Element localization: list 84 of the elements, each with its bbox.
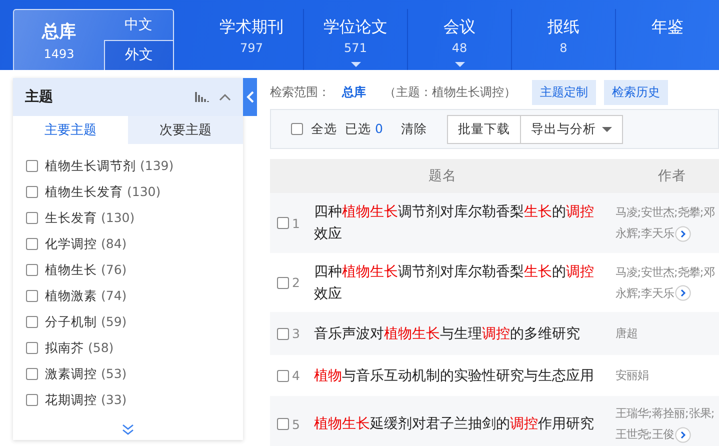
column-header: 题名 — [428, 167, 458, 185]
selected-count: 已选 0 — [345, 120, 383, 138]
checkbox[interactable] — [277, 370, 289, 382]
topic-option[interactable]: 植物生长发育 (130) — [45, 184, 161, 200]
record-count: 571 — [344, 41, 367, 55]
source-label: 学位论文 — [324, 17, 388, 38]
record-count: 48 — [452, 41, 468, 55]
source-tab[interactable]: 学位论文 571 — [303, 9, 407, 70]
record-count: 1493 — [44, 46, 74, 60]
article-title-link[interactable]: 四种植物生长调节剂对库尔勒香梨生长的调控 效应 — [314, 260, 606, 304]
topic-option[interactable]: 化学调控 (84) — [45, 236, 127, 252]
topic-tab[interactable]: 次要主题 — [128, 116, 243, 144]
database-tab[interactable]: 总库 — [42, 20, 76, 42]
scope-database[interactable]: 总库 — [342, 84, 366, 100]
search-query: （主题：植物生长调控） — [384, 84, 516, 100]
toolbar-button[interactable]: 批量下载 — [446, 114, 521, 144]
clear-link[interactable]: 清除 — [400, 120, 427, 138]
checkbox[interactable] — [26, 264, 38, 276]
collapse-button[interactable] — [243, 78, 257, 116]
chevron-left-icon — [246, 91, 254, 103]
article-title-link[interactable]: 植物与音乐互动机制的实验性研究与生态应用 — [314, 364, 606, 386]
source-label: 会议 — [444, 17, 476, 38]
row-number: 2 — [292, 275, 301, 290]
checkbox[interactable] — [26, 394, 38, 406]
author-list: 王瑞华;蒋拴丽;张果;王世尧;王俊 — [615, 403, 719, 445]
scope-label: 检索范围： — [270, 84, 330, 100]
checkbox[interactable] — [26, 212, 38, 224]
source-label: 年鉴 — [652, 17, 684, 38]
topic-option[interactable]: 植物生长调节剂 (139) — [45, 158, 174, 174]
toolbar-button[interactable]: 导出与分析 — [520, 114, 623, 144]
source-label: 学术期刊 — [220, 17, 284, 38]
source-tab[interactable]: 年鉴 — [615, 9, 719, 70]
checkbox[interactable] — [26, 342, 38, 354]
checkbox[interactable] — [277, 328, 289, 340]
caret-icon — [454, 62, 464, 67]
expand-authors-icon[interactable] — [675, 285, 692, 302]
scope-action-button[interactable]: 检索历史 — [604, 80, 668, 104]
language-tab[interactable]: 外文 — [104, 40, 173, 70]
checkbox[interactable] — [291, 123, 303, 135]
record-count: 8 — [560, 41, 568, 55]
caret-icon — [602, 126, 612, 132]
language-tab[interactable]: 中文 — [104, 10, 173, 40]
checkbox[interactable] — [26, 186, 38, 198]
topic-option[interactable]: 植物生长 (76) — [45, 262, 127, 278]
checkbox[interactable] — [277, 276, 289, 288]
record-count: 797 — [240, 41, 263, 55]
article-title-link[interactable]: 植物生长延缓剂对君子兰抽剑的调控作用研究 — [314, 413, 606, 435]
column-header: 作者 — [657, 167, 687, 185]
source-label: 报纸 — [548, 17, 580, 38]
select-all-label[interactable]: 全选 — [311, 120, 337, 138]
caret-icon — [350, 62, 360, 67]
row-number: 4 — [292, 368, 301, 383]
checkbox[interactable] — [26, 368, 38, 380]
checkbox[interactable] — [26, 238, 38, 250]
row-number: 1 — [292, 216, 301, 230]
author-list: 安丽娟 — [615, 365, 719, 386]
topic-option[interactable]: 拟南芥 (58) — [45, 340, 114, 356]
source-tab[interactable]: 报纸 8 — [511, 9, 615, 70]
source-tab[interactable]: 会议 48 — [407, 9, 511, 70]
author-list: 马凌;安世杰;尧攀;邓永辉;李天乐 — [615, 262, 719, 304]
topic-option[interactable]: 分子机制 (59) — [45, 314, 127, 330]
article-title-link[interactable]: 四种植物生长调节剂对库尔勒香梨生长的调控 效应 — [314, 201, 606, 245]
checkbox[interactable] — [277, 217, 289, 229]
chevron-up-icon — [219, 92, 231, 102]
bar-chart-icon — [195, 91, 209, 103]
double-chevron-down-icon — [122, 424, 134, 435]
panel-title: 主题 — [25, 88, 54, 106]
row-number: 3 — [292, 326, 301, 341]
checkbox[interactable] — [26, 160, 38, 172]
topic-option[interactable]: 花期调控 (33) — [45, 392, 127, 408]
expand-authors-icon[interactable] — [675, 426, 692, 443]
row-number: 5 — [292, 416, 301, 432]
topic-option[interactable]: 植物激素 (74) — [45, 288, 127, 304]
topic-option[interactable]: 生长发育 (130) — [45, 210, 135, 226]
topic-option[interactable]: 激素调控 (53) — [45, 366, 127, 382]
checkbox[interactable] — [26, 316, 38, 328]
scope-action-button[interactable]: 主题定制 — [532, 80, 596, 104]
author-list: 唐超 — [615, 323, 719, 344]
expand-authors-icon[interactable] — [675, 226, 692, 242]
source-tab[interactable]: 学术期刊 797 — [200, 9, 303, 70]
article-title-link[interactable]: 音乐声波对植物生长与生理调控的多维研究 — [314, 322, 606, 344]
author-list: 马凌;安世杰;尧攀;邓永辉;李天乐 — [615, 202, 719, 244]
checkbox[interactable] — [26, 290, 38, 302]
checkbox[interactable] — [277, 418, 289, 430]
